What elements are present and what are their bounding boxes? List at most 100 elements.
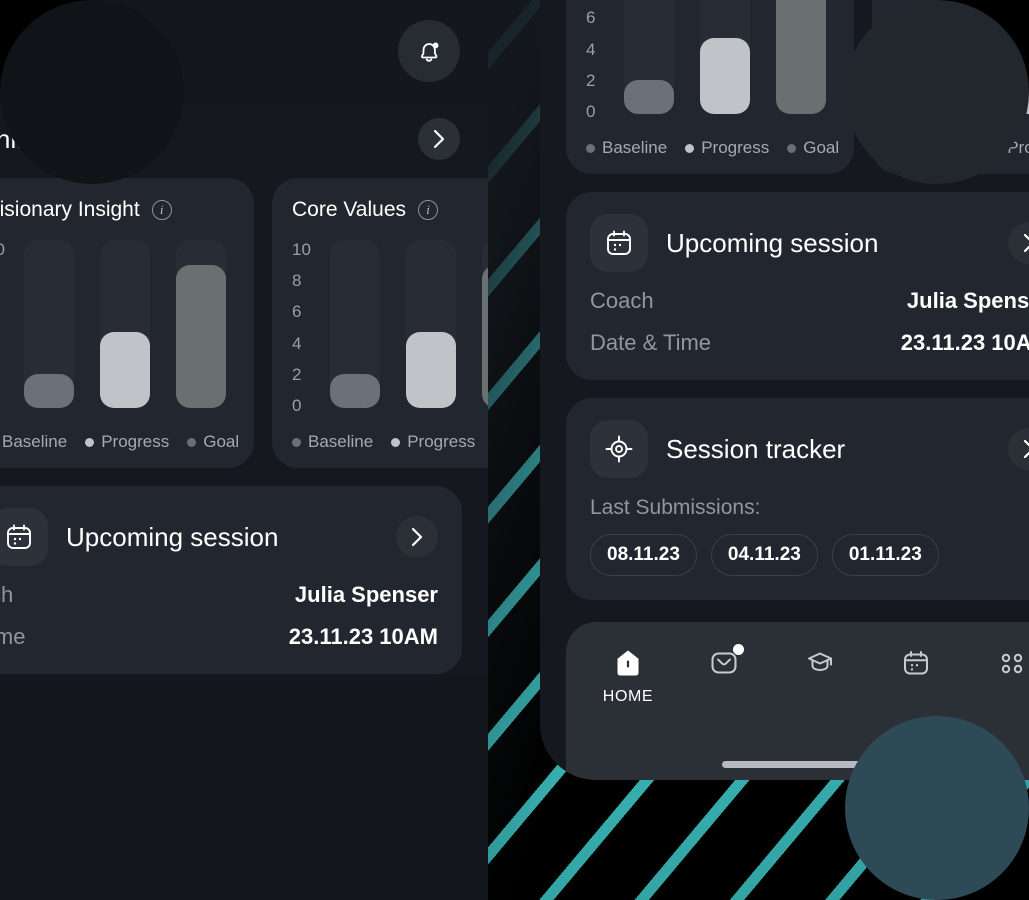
chart-legend: Baseline Progress Goal [0,432,239,452]
home-indicator[interactable] [722,761,918,768]
y-tick: 8 [0,271,10,291]
y-tick: 4 [0,334,10,354]
last-submissions-label: Last Submissions: [590,496,761,519]
y-tick: 0 [0,396,10,416]
legend-item-baseline: Baseline [292,432,373,452]
tab-home[interactable]: HOME [596,646,660,706]
screenshot-canvas: :41 [0,0,1029,900]
submission-chip[interactable]: 04.11.23 [710,534,818,576]
info-icon[interactable]: i [151,200,172,220]
bar-track-progress [100,240,150,408]
chart-card-core-values[interactable]: Core Values i 10 8 6 4 2 0 Baseline Prog… [272,178,488,468]
phone-left-mockup: :41 [0,0,488,900]
detail-row-coach: ch Julia Spenser [0,582,438,608]
chart-y-axis: 10 8 6 4 2 0 [0,238,10,416]
chart-title: Visionary Insight [0,198,140,221]
card-chevron-button[interactable] [396,516,438,558]
left-header-row [0,14,488,104]
chart-plot-area: 10 8 6 4 2 0 [292,238,488,416]
legend-dot [586,143,595,153]
detail-key: ch [0,582,14,607]
bar-baseline [624,80,674,114]
detail-row-coach: Coach Julia Spenser [590,288,1029,314]
tab-calendar[interactable] [884,646,948,680]
submission-chip[interactable]: 08.11.23 [590,534,697,576]
bar-track-goal [176,240,226,408]
chart-card-right-1[interactable]: 10 8 6 4 2 0 [566,0,854,174]
chart-y-axis: 10 8 6 4 2 0 [586,0,610,122]
status-time: :41 [0,0,5,1]
detail-key: Date & Time [590,330,712,355]
card-header: Upcoming session [0,508,438,566]
session-tracker-card[interactable]: Session tracker Last Submissions: 08.11.… [566,398,1029,600]
notification-badge-dot [733,644,744,655]
upcoming-session-card[interactable]: Upcoming session Coach Julia Spenser Dat… [566,192,1029,380]
y-tick: 0 [292,395,302,415]
bar-baseline [930,80,980,114]
left-status-bar: :41 [0,0,488,14]
section-chevron-button[interactable] [418,118,460,160]
bar-track-baseline [624,0,674,114]
bar-baseline [24,374,74,408]
bell-icon [414,36,444,66]
chevron-right-icon [1022,233,1029,253]
card-chevron-button[interactable] [1008,222,1029,264]
card-chevron-button[interactable] [1008,428,1029,470]
legend-dot [187,437,197,447]
y-tick: 4 [292,333,302,353]
submission-chip[interactable]: 01.11.23 [831,534,939,576]
bar-goal [482,265,488,408]
legend-dot [685,143,695,153]
info-icon[interactable]: i [418,200,439,220]
tab-learning[interactable] [788,646,852,680]
legend-item-goal: Goal [787,138,839,158]
bottom-tab-bar: HOME [566,622,1029,780]
y-tick: 0 [586,101,596,121]
bar-track-goal [482,240,488,408]
right-charts-row: 10 8 6 4 2 0 [566,0,1029,174]
bar-progress [700,38,750,114]
bar-progress [406,332,456,408]
detail-value: 23.11.23 10AM [288,624,438,649]
grid-more-icon [995,646,1029,680]
legend-dot [991,143,1001,153]
profile-button[interactable] [0,20,30,82]
chart-card-right-2[interactable]: 10 8 6 4 2 0 [872,0,1029,174]
card-title: Session tracker [666,433,846,464]
tab-more[interactable] [980,646,1029,680]
bar-goal [176,265,226,408]
legend-item-baseline: Baseline [892,138,973,158]
y-tick: 4 [586,39,596,59]
legend-label: Baseline [908,138,974,157]
bar-track-progress [406,240,456,408]
notifications-button[interactable] [398,20,460,82]
chart-legend: Baseline Progress Goal [292,432,488,452]
card-title: Upcoming session [666,227,879,258]
legend-dot [892,143,901,153]
y-tick: 2 [892,70,902,90]
chart-legend: Baseline Progress Goal [892,138,1029,158]
legend-label: Goal [803,138,840,157]
chevron-right-icon [432,129,446,149]
page-title: aching tracker [0,123,135,154]
bar-progress [100,332,150,408]
chart-plot-area: 10 8 6 4 2 0 [586,0,836,122]
legend-item-baseline: Baseline [0,432,67,452]
legend-item-progress: Progress [685,138,769,158]
phone-right-mockup: 10 8 6 4 2 0 [540,0,1029,780]
calendar-icon [899,646,933,680]
tab-inbox[interactable] [692,644,756,680]
legend-dot [85,437,95,447]
target-icon [590,420,648,478]
chart-card-visionary-insight[interactable]: Visionary Insight i 10 8 6 4 2 0 [0,178,254,468]
bar-track-goal [776,0,826,114]
upcoming-session-card[interactable]: Upcoming session ch Julia Spenser ime 23… [0,486,462,674]
chart-plot-area: 10 8 6 4 2 0 [0,238,236,416]
user-avatar-icon [0,37,13,65]
legend-dot [292,437,301,447]
card-title: Upcoming session [66,521,279,552]
y-tick: 2 [586,70,596,90]
bar-track-progress [700,0,750,114]
detail-value: Julia Spenser [294,582,438,607]
bar-track-baseline [330,240,380,408]
